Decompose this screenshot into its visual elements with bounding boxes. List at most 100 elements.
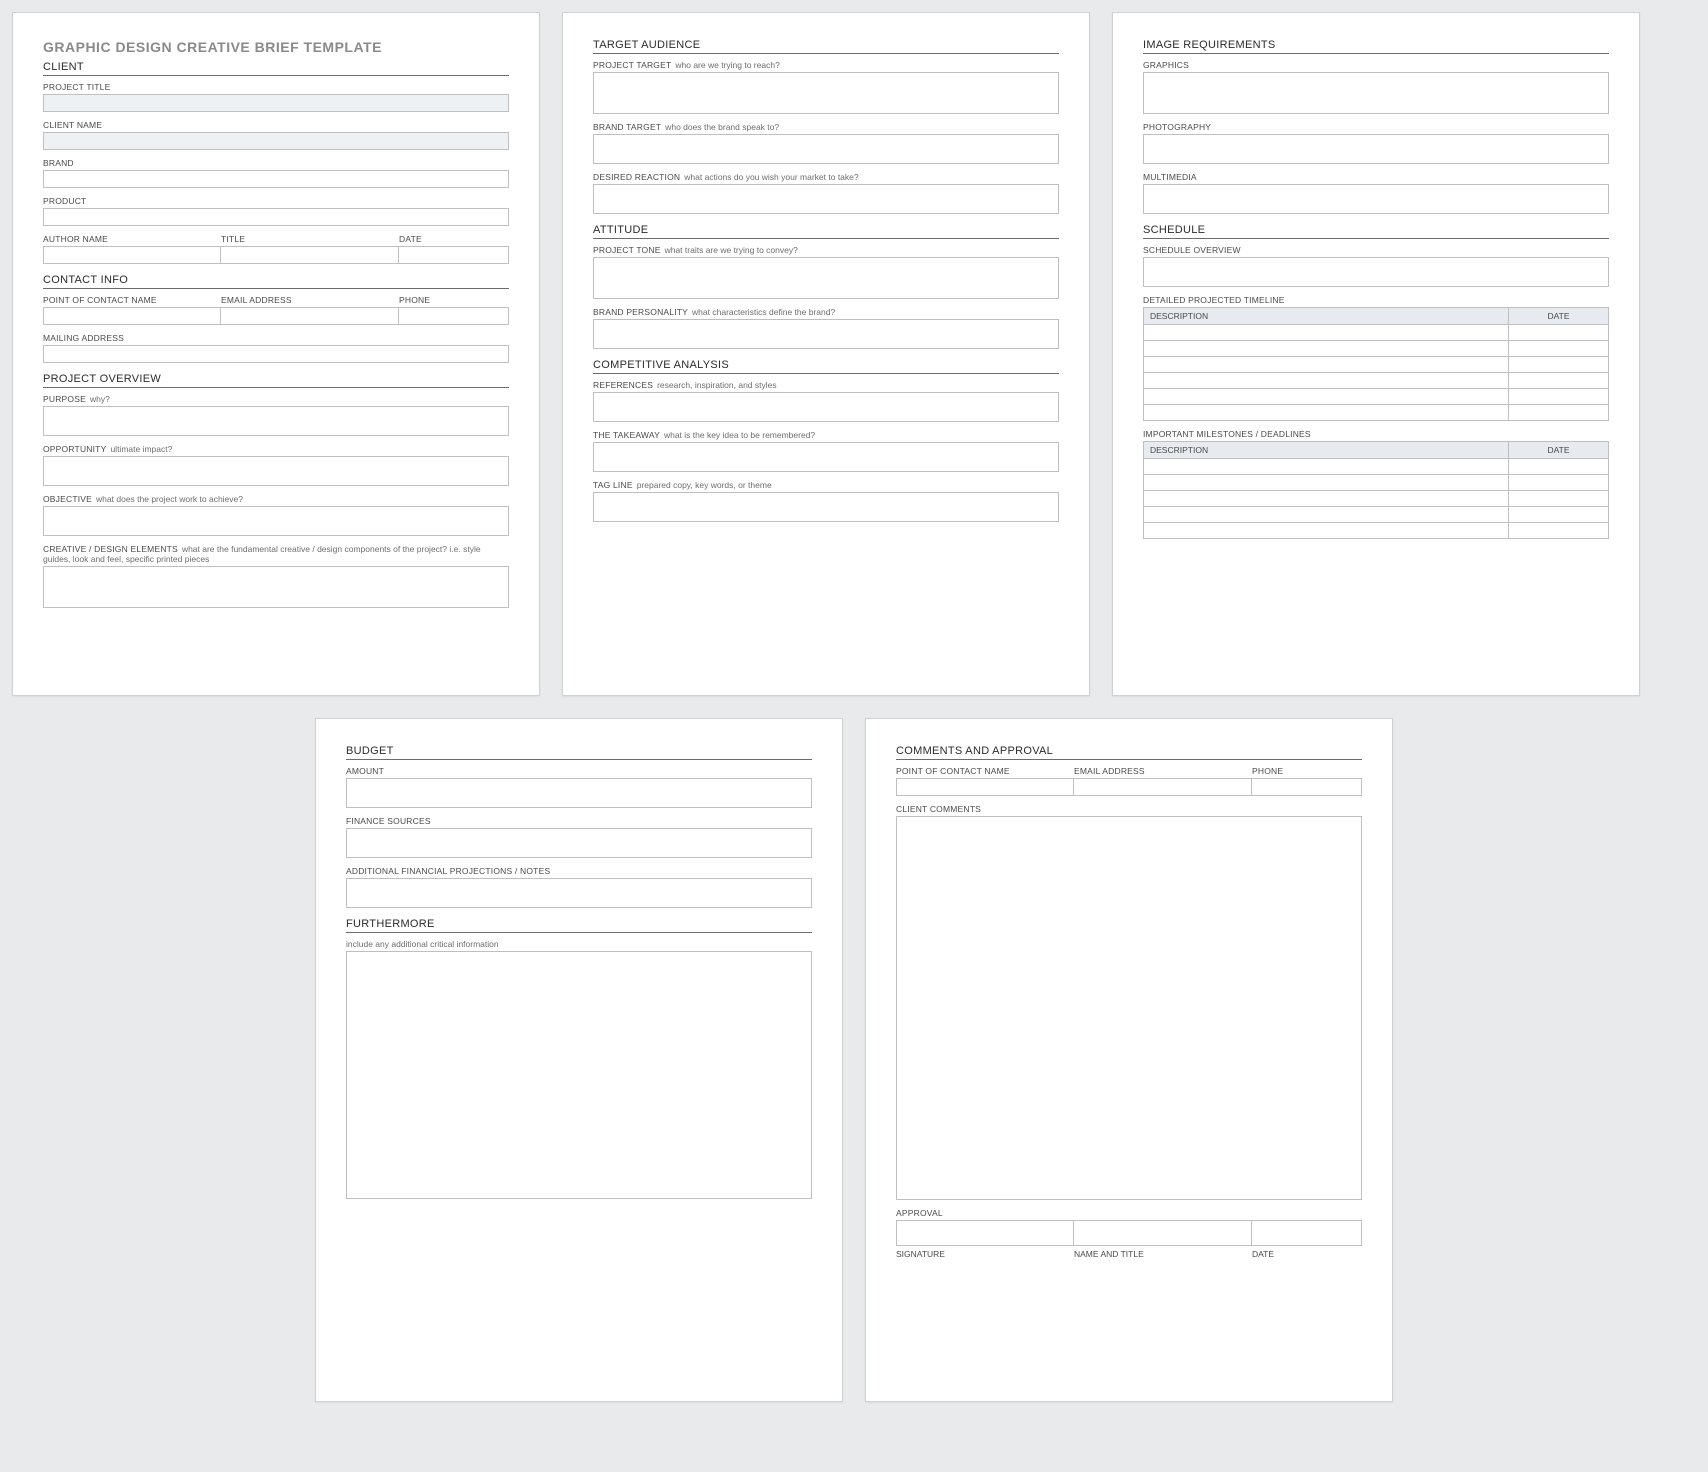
section-client: CLIENT <box>43 61 509 76</box>
input-product[interactable] <box>43 208 509 226</box>
table-row <box>1144 373 1609 389</box>
input-references[interactable] <box>593 392 1059 422</box>
label-poc: POINT OF CONTACT NAME <box>43 295 221 305</box>
input-mailing[interactable] <box>43 345 509 363</box>
input-creative[interactable] <box>43 566 509 608</box>
input-client-comments[interactable] <box>896 816 1362 1200</box>
input-personality[interactable] <box>593 319 1059 349</box>
page-1-client: GRAPHIC DESIGN CREATIVE BRIEF TEMPLATE C… <box>12 12 540 696</box>
table-milestones: DESCRIPTIONDATE <box>1143 441 1609 539</box>
input-tagline[interactable] <box>593 492 1059 522</box>
label-mailing: MAILING ADDRESS <box>43 333 509 343</box>
label-graphics: GRAPHICS <box>1143 60 1609 70</box>
input-name-title[interactable] <box>1074 1220 1252 1246</box>
section-attitude: ATTITUDE <box>593 224 1059 239</box>
label-date: DATE <box>399 234 509 244</box>
input-email[interactable] <box>221 307 399 325</box>
input-phone-5[interactable] <box>1252 778 1362 796</box>
input-poc[interactable] <box>43 307 221 325</box>
input-tone[interactable] <box>593 257 1059 299</box>
input-signature[interactable] <box>896 1220 1074 1246</box>
label-brand: BRAND <box>43 158 509 168</box>
input-opportunity[interactable] <box>43 456 509 486</box>
input-multimedia[interactable] <box>1143 184 1609 214</box>
label-product: PRODUCT <box>43 196 509 206</box>
section-budget: BUDGET <box>346 745 812 760</box>
label-client-comments: CLIENT COMMENTS <box>896 804 1362 814</box>
input-graphics[interactable] <box>1143 72 1609 114</box>
label-additional: ADDITIONAL FINANCIAL PROJECTIONS / NOTES <box>346 866 812 876</box>
label-brand-target: BRAND TARGETwho does the brand speak to? <box>593 122 1059 132</box>
label-author-name: AUTHOR NAME <box>43 234 221 244</box>
th-date-2: DATE <box>1509 442 1609 459</box>
label-photography: PHOTOGRAPHY <box>1143 122 1609 132</box>
section-audience: TARGET AUDIENCE <box>593 39 1059 54</box>
input-date[interactable] <box>399 246 509 264</box>
table-row <box>1144 389 1609 405</box>
input-project-title[interactable] <box>43 94 509 112</box>
label-opportunity: OPPORTUNITYultimate impact? <box>43 444 509 454</box>
input-phone[interactable] <box>399 307 509 325</box>
input-brand-target[interactable] <box>593 134 1059 164</box>
page-4-budget: BUDGET AMOUNT FINANCE SOURCES ADDITIONAL… <box>315 718 843 1402</box>
th-desc: DESCRIPTION <box>1144 308 1509 325</box>
under-name-title: NAME AND TITLE <box>1074 1249 1252 1259</box>
label-references: REFERENCESresearch, inspiration, and sty… <box>593 380 1059 390</box>
table-row <box>1144 491 1609 507</box>
doc-title: GRAPHIC DESIGN CREATIVE BRIEF TEMPLATE <box>43 39 509 55</box>
input-title[interactable] <box>221 246 399 264</box>
input-brand[interactable] <box>43 170 509 188</box>
input-amount[interactable] <box>346 778 812 808</box>
page-5-comments: COMMENTS AND APPROVAL POINT OF CONTACT N… <box>865 718 1393 1402</box>
label-multimedia: MULTIMEDIA <box>1143 172 1609 182</box>
input-finance[interactable] <box>346 828 812 858</box>
input-purpose[interactable] <box>43 406 509 436</box>
table-row <box>1144 523 1609 539</box>
table-timeline: DESCRIPTIONDATE <box>1143 307 1609 421</box>
label-title: TITLE <box>221 234 399 244</box>
label-email-5: EMAIL ADDRESS <box>1074 766 1252 776</box>
table-row <box>1144 405 1609 421</box>
label-finance: FINANCE SOURCES <box>346 816 812 826</box>
label-client-name: CLIENT NAME <box>43 120 509 130</box>
page-3-image-schedule: IMAGE REQUIREMENTS GRAPHICS PHOTOGRAPHY … <box>1112 12 1640 696</box>
table-row <box>1144 475 1609 491</box>
table-row <box>1144 357 1609 373</box>
label-poc-5: POINT OF CONTACT NAME <box>896 766 1074 776</box>
label-takeaway: THE TAKEAWAYwhat is the key idea to be r… <box>593 430 1059 440</box>
th-desc-2: DESCRIPTION <box>1144 442 1509 459</box>
label-tone: PROJECT TONEwhat traits are we trying to… <box>593 245 1059 255</box>
label-schedule-overview: SCHEDULE OVERVIEW <box>1143 245 1609 255</box>
input-schedule-overview[interactable] <box>1143 257 1609 287</box>
input-author-name[interactable] <box>43 246 221 264</box>
input-additional[interactable] <box>346 878 812 908</box>
label-furthermore-hint: include any additional critical informat… <box>346 939 812 949</box>
input-takeaway[interactable] <box>593 442 1059 472</box>
label-creative: CREATIVE / DESIGN ELEMENTSwhat are the f… <box>43 544 509 564</box>
input-poc-5[interactable] <box>896 778 1074 796</box>
label-tagline: TAG LINEprepared copy, key words, or the… <box>593 480 1059 490</box>
section-overview: PROJECT OVERVIEW <box>43 373 509 388</box>
section-comments: COMMENTS AND APPROVAL <box>896 745 1362 760</box>
input-target[interactable] <box>593 72 1059 114</box>
label-objective: OBJECTIVEwhat does the project work to a… <box>43 494 509 504</box>
label-reaction: DESIRED REACTIONwhat actions do you wish… <box>593 172 1059 182</box>
label-approval: APPROVAL <box>896 1208 1362 1218</box>
input-client-name[interactable] <box>43 132 509 150</box>
input-email-5[interactable] <box>1074 778 1252 796</box>
input-furthermore[interactable] <box>346 951 812 1199</box>
section-image-req: IMAGE REQUIREMENTS <box>1143 39 1609 54</box>
th-date: DATE <box>1509 308 1609 325</box>
input-approval-date[interactable] <box>1252 1220 1362 1246</box>
label-timeline: DETAILED PROJECTED TIMELINE <box>1143 295 1609 305</box>
under-date: DATE <box>1252 1249 1362 1259</box>
under-signature: SIGNATURE <box>896 1249 1074 1259</box>
table-row <box>1144 507 1609 523</box>
input-reaction[interactable] <box>593 184 1059 214</box>
label-phone-5: PHONE <box>1252 766 1362 776</box>
input-photography[interactable] <box>1143 134 1609 164</box>
input-objective[interactable] <box>43 506 509 536</box>
label-target: PROJECT TARGETwho are we trying to reach… <box>593 60 1059 70</box>
section-schedule: SCHEDULE <box>1143 224 1609 239</box>
label-personality: BRAND PERSONALITYwhat characteristics de… <box>593 307 1059 317</box>
